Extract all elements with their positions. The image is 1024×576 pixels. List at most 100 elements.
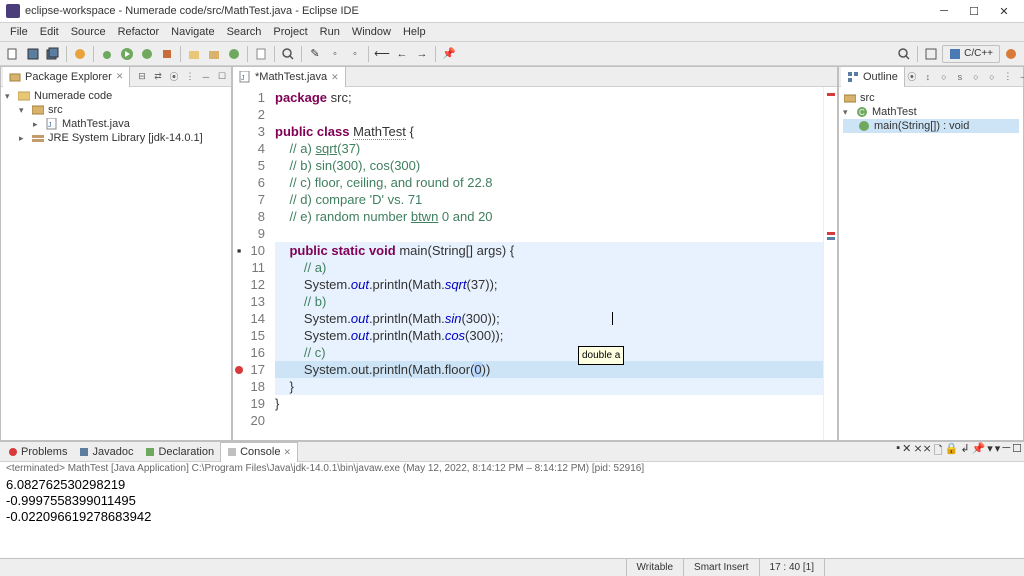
code-text[interactable]: package src; public class MathTest { // … [271,87,823,440]
open-perspective-icon[interactable] [922,45,940,63]
project-node[interactable]: ▾ Numerade code [5,89,227,103]
close-icon[interactable]: ✕ [331,72,339,83]
error-marker-icon[interactable] [233,361,245,378]
focus-icon[interactable]: ⦿ [905,70,919,84]
library-label: JRE System Library [jdk-14.0.1] [48,132,203,144]
expand-toggle-icon[interactable]: ▾ [5,91,17,102]
new-java-project-icon[interactable] [185,45,203,63]
close-icon[interactable]: ✕ [116,71,124,82]
outline-tab[interactable]: Outline [841,67,905,87]
maximize-button[interactable]: ☐ [960,2,988,20]
minimize-panel-icon[interactable]: ─ [199,70,213,84]
perspective-switcher[interactable]: C/C++ [942,45,1000,63]
java-file-node[interactable]: ▸ J MathTest.java [5,117,227,131]
external-tools-icon[interactable] [158,45,176,63]
package-explorer-tab[interactable]: Package Explorer ✕ [3,67,130,87]
expand-toggle-icon[interactable]: ▾ [19,105,31,116]
clear-console-icon[interactable]: 🗋 [934,442,943,461]
console-tab[interactable]: Console✕ [220,442,298,462]
collapse-all-icon[interactable]: ⊟ [135,70,149,84]
hide-static-icon[interactable]: s [953,70,967,84]
status-cursor-position[interactable]: 17 : 40 [1] [759,559,824,576]
new-icon[interactable] [4,45,22,63]
scroll-lock-icon[interactable]: 🔒 [945,442,959,461]
open-console-icon[interactable]: ▾ [995,442,1001,461]
maximize-panel-icon[interactable]: ☐ [215,70,229,84]
expand-toggle-icon[interactable]: ▸ [19,133,31,144]
focus-task-icon[interactable]: ⦿ [167,70,181,84]
outline-class-node[interactable]: ▾ C MathTest [843,105,1019,119]
javadoc-tab[interactable]: Javadoc [73,442,139,462]
overview-error-mark[interactable] [827,232,835,235]
forward-icon[interactable]: → [413,45,431,63]
view-menu-icon[interactable]: ⋮ [183,70,197,84]
status-writable[interactable]: Writable [626,559,684,576]
overview-caret-mark[interactable] [827,237,835,240]
problems-tab[interactable]: Problems [2,442,73,462]
word-wrap-icon[interactable]: ↲ [960,442,969,461]
menu-window[interactable]: Window [346,24,397,40]
menu-edit[interactable]: Edit [34,24,65,40]
last-edit-icon[interactable]: ⟵ [373,45,391,63]
overview-error-mark[interactable] [827,93,835,96]
display-selected-icon[interactable]: ▾ [987,442,993,461]
minimize-button[interactable]: ─ [930,2,958,20]
overview-ruler[interactable] [823,87,837,440]
java-perspective-icon[interactable] [1002,45,1020,63]
hide-fields-icon[interactable]: ○ [937,70,951,84]
view-menu-icon[interactable]: ⋮ [1001,70,1015,84]
link-editor-icon[interactable]: ⇄ [151,70,165,84]
new-package-icon[interactable] [205,45,223,63]
outline-package-node[interactable]: src [843,91,1019,105]
toggle-mark-icon[interactable]: ✎ [306,45,324,63]
annotation-next-icon[interactable]: ◦ [346,45,364,63]
terminate-all-icon[interactable]: ▪ [896,442,900,461]
open-type-icon[interactable] [252,45,270,63]
save-icon[interactable] [24,45,42,63]
menu-file[interactable]: File [4,24,34,40]
menu-search[interactable]: Search [221,24,268,40]
outline-icon [847,71,859,83]
menu-run[interactable]: Run [314,24,346,40]
menu-project[interactable]: Project [267,24,313,40]
status-insert-mode[interactable]: Smart Insert [683,559,758,576]
sort-icon[interactable]: ↕ [921,70,935,84]
menu-help[interactable]: Help [397,24,432,40]
declaration-tab[interactable]: Declaration [139,442,220,462]
menu-refactor[interactable]: Refactor [112,24,166,40]
new-class-icon[interactable] [225,45,243,63]
minimize-panel-icon[interactable]: ─ [1002,442,1010,461]
expand-toggle-icon[interactable]: ▾ [843,107,855,118]
code-editor[interactable]: ▪ 12345 678910 1112131415 1617181920 pac… [233,87,837,440]
maximize-panel-icon[interactable]: ☐ [1012,442,1022,461]
debug-icon[interactable] [98,45,116,63]
remove-all-icon[interactable]: ⨯⨯ [913,442,931,461]
bottom-panel: Problems Javadoc Declaration Console✕ ▪ … [0,441,1024,558]
outline-method-node[interactable]: main(String[]) : void [843,119,1019,133]
src-folder-node[interactable]: ▾ src [5,103,227,117]
hide-local-icon[interactable]: ○ [985,70,999,84]
pin-console-icon[interactable]: 📌 [972,442,986,461]
editor-tab-mathtest[interactable]: J *MathTest.java ✕ [233,67,346,87]
outline-label: Outline [863,71,898,83]
pin-editor-icon[interactable]: 📌 [440,45,458,63]
jre-library-node[interactable]: ▸ JRE System Library [jdk-14.0.1] [5,131,227,145]
expand-toggle-icon[interactable]: ▸ [33,119,45,130]
menu-navigate[interactable]: Navigate [165,24,220,40]
menu-source[interactable]: Source [65,24,112,40]
search-icon[interactable] [279,45,297,63]
back-icon[interactable]: ← [393,45,411,63]
coverage-icon[interactable] [138,45,156,63]
annotation-prev-icon[interactable]: ◦ [326,45,344,63]
close-icon[interactable]: ✕ [283,447,291,458]
status-bar: Writable Smart Insert 17 : 40 [1] [0,558,1024,576]
quick-access-icon[interactable] [895,45,913,63]
minimize-panel-icon[interactable]: ─ [1017,70,1024,84]
remove-launch-icon[interactable]: ✕ [902,442,911,461]
save-all-icon[interactable] [44,45,62,63]
build-icon[interactable] [71,45,89,63]
run-icon[interactable] [118,45,136,63]
close-button[interactable]: ✕ [990,2,1018,20]
hide-nonpublic-icon[interactable]: ○ [969,70,983,84]
console-output[interactable]: 6.082762530298219 -0.9997558399011495 -0… [0,475,1024,558]
